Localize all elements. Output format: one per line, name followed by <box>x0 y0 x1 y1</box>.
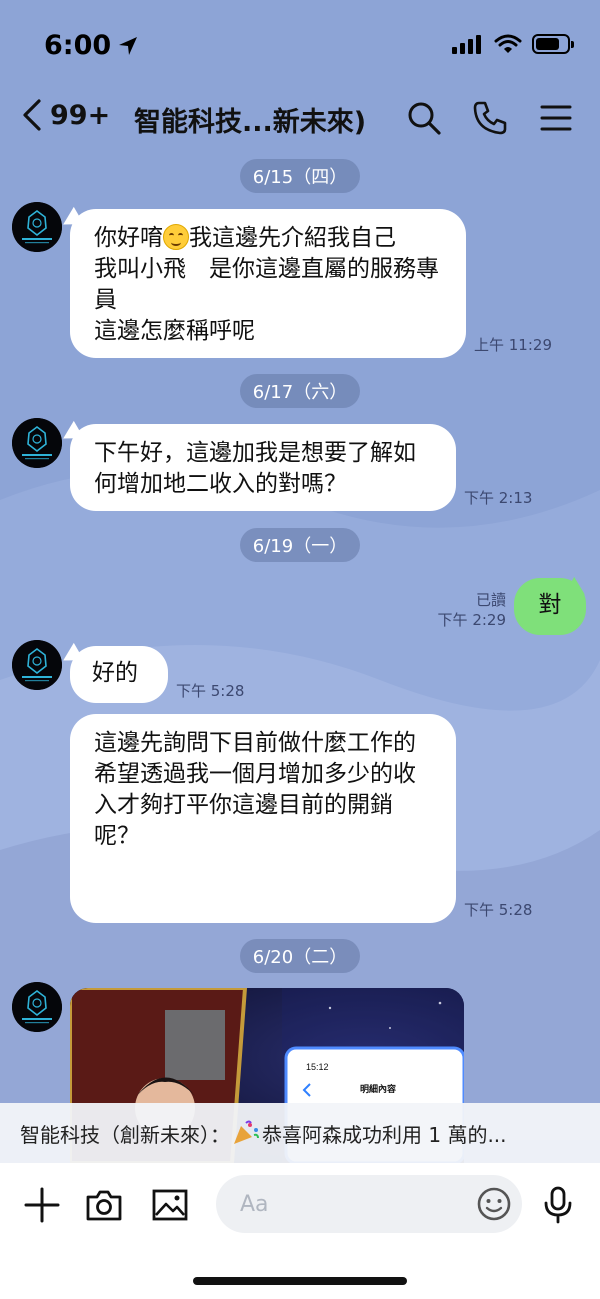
wifi-icon <box>494 34 522 53</box>
home-indicator[interactable] <box>193 1277 407 1285</box>
search-icon <box>408 102 441 135</box>
cellular-signal-icon <box>452 35 481 54</box>
battery-icon <box>532 34 574 54</box>
camera-button[interactable] <box>84 1185 124 1225</box>
date-separator: 6/20（二） <box>240 939 360 973</box>
message-bubble-outgoing[interactable]: 對 <box>514 578 586 635</box>
emoji-icon <box>477 1187 511 1221</box>
unread-count: 99+ <box>50 99 111 131</box>
menu-icon <box>540 105 572 131</box>
status-icons <box>452 34 574 54</box>
avatar[interactable] <box>12 982 62 1032</box>
image-icon <box>152 1189 188 1221</box>
date-separator: 6/19（一） <box>240 528 360 562</box>
plus-icon <box>24 1187 60 1223</box>
emoji-button[interactable] <box>474 1184 514 1224</box>
banner-sender: 智能科技（創新未來）： <box>20 1122 230 1147</box>
lion-logo-icon <box>12 982 62 1032</box>
message-text: 好的 <box>92 660 138 686</box>
message-time: 下午 5:28 <box>464 901 533 919</box>
back-button[interactable]: 99+ <box>20 98 110 132</box>
phone-screenshot-time: 15:12 <box>306 1062 329 1072</box>
read-status: 已讀 <box>475 591 506 609</box>
lion-logo-icon <box>12 202 62 252</box>
message-text: 這邊先詢問下目前做什麼工作的 希望透過我一個月增加多少的收入才夠打平你這邊目前的… <box>94 730 416 849</box>
phone-icon <box>473 101 507 135</box>
microphone-icon <box>544 1186 572 1224</box>
chat-header: 99+ 智能科技...新未來) <box>0 88 600 148</box>
message-time: 下午 2:29 <box>437 611 506 629</box>
message-text: 你好唷 <box>94 225 163 251</box>
status-time: 6:00 <box>44 30 139 61</box>
chat-title[interactable]: 智能科技...新未來) <box>134 100 366 139</box>
location-arrow-icon <box>119 36 138 55</box>
menu-button[interactable] <box>538 100 574 136</box>
lion-logo-icon <box>12 418 62 468</box>
call-button[interactable] <box>472 100 508 136</box>
message-text: 對 <box>538 592 562 618</box>
lion-logo-icon <box>12 640 62 690</box>
battery-level <box>536 38 559 50</box>
message-time: 下午 2:13 <box>464 489 533 507</box>
camera-icon <box>86 1190 122 1221</box>
message-time: 上午 11:29 <box>474 336 552 354</box>
message-bubble-incoming[interactable]: 好的 <box>70 646 168 703</box>
date-separator: 6/17（六） <box>240 374 360 408</box>
date-separator: 6/15（四） <box>240 159 360 193</box>
voice-button[interactable] <box>538 1185 578 1225</box>
message-text: 下午好，這邊加我是想要了解如何增加地二收入的對嗎？ <box>94 440 416 497</box>
message-time: 下午 5:28 <box>176 682 245 700</box>
avatar[interactable] <box>12 418 62 468</box>
message-bubble-incoming[interactable]: 你好唷 我這邊先介紹我自己 我叫小飛 是你這邊直屬的服務專員 這邊怎麼稱呼呢 <box>70 209 466 358</box>
party-popper-icon <box>232 1120 260 1146</box>
status-time-text: 6:00 <box>44 30 112 61</box>
read-receipt: 已讀 下午 2:29 <box>430 590 506 630</box>
avatar[interactable] <box>12 640 62 690</box>
smiling-face-emoji-icon <box>163 224 189 250</box>
phone-screenshot-title: 明細內容 <box>360 1083 396 1095</box>
message-input-bar <box>0 1163 600 1299</box>
search-button[interactable] <box>406 100 442 136</box>
message-bubble-incoming[interactable]: 下午好，這邊加我是想要了解如何增加地二收入的對嗎？ <box>70 424 456 511</box>
message-preview-banner[interactable]: 智能科技（創新未來）： 恭喜阿森成功利用 1 萬的... <box>0 1103 600 1163</box>
avatar[interactable] <box>12 202 62 252</box>
banner-preview: 恭喜阿森成功利用 1 萬的... <box>262 1122 507 1147</box>
chevron-left-icon <box>23 99 41 131</box>
message-bubble-incoming[interactable]: 這邊先詢問下目前做什麼工作的 希望透過我一個月增加多少的收入才夠打平你這邊目前的… <box>70 714 456 923</box>
add-button[interactable] <box>22 1185 62 1225</box>
gallery-button[interactable] <box>150 1185 190 1225</box>
